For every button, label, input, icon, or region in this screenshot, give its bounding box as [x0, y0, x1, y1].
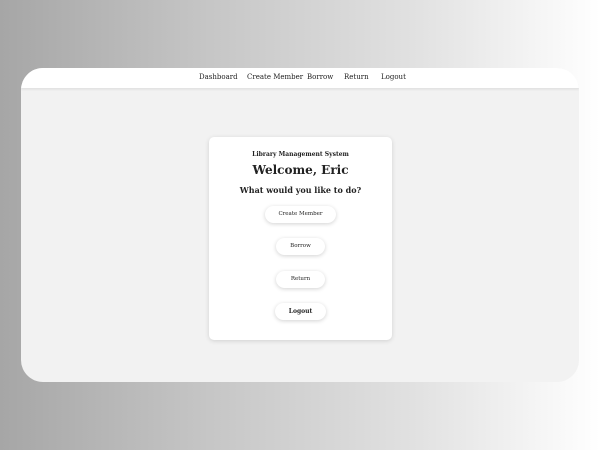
system-title: Library Management System: [252, 151, 349, 158]
nav-link-logout[interactable]: Logout: [381, 73, 406, 82]
nav-link-borrow[interactable]: Borrow: [307, 73, 333, 82]
borrow-button[interactable]: Borrow: [276, 238, 325, 255]
app-window: Dashboard Create Member Borrow Return Lo…: [21, 68, 579, 382]
return-button[interactable]: Return: [276, 271, 325, 288]
prompt-heading: What would you like to do?: [239, 185, 362, 195]
welcome-heading: Welcome, Eric: [252, 163, 349, 177]
nav-link-return[interactable]: Return: [344, 73, 369, 82]
top-navbar: Dashboard Create Member Borrow Return Lo…: [21, 68, 579, 89]
nav-link-create-member[interactable]: Create Member: [247, 73, 303, 82]
nav-link-dashboard[interactable]: Dashboard: [199, 73, 238, 82]
menu-card: Library Management System Welcome, Eric …: [209, 137, 392, 340]
logout-button[interactable]: Logout: [275, 303, 326, 320]
create-member-button[interactable]: Create Member: [265, 206, 336, 223]
